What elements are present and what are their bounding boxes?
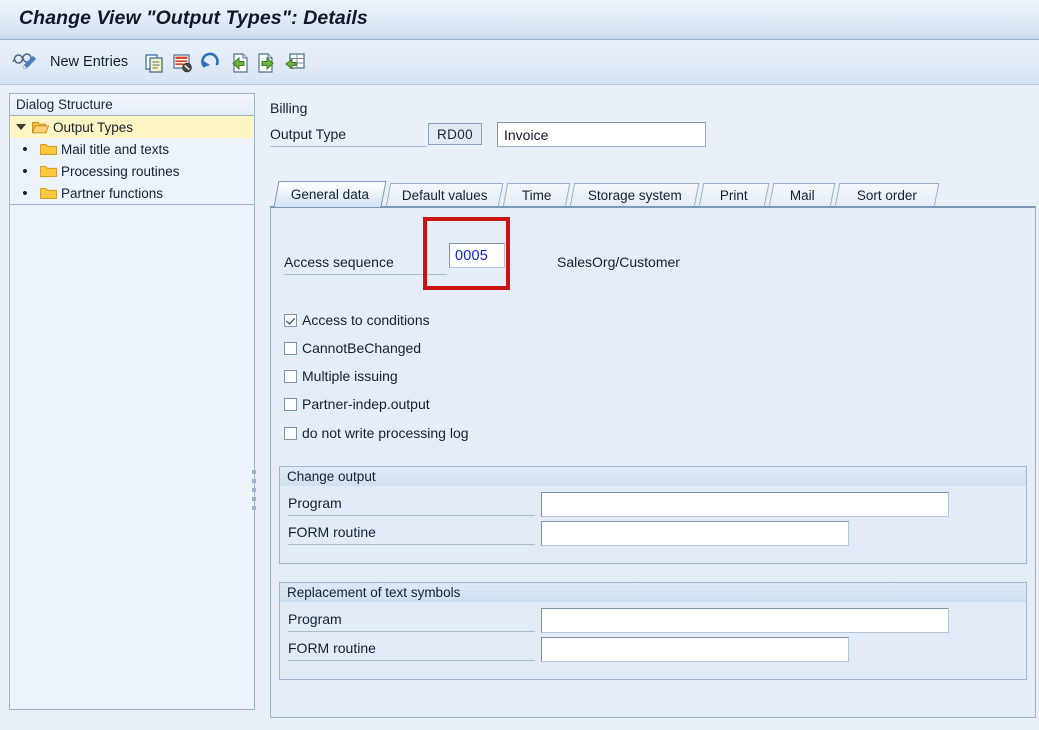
application-toolbar: New Entries bbox=[0, 40, 1039, 85]
page-title: Change View "Output Types": Details bbox=[19, 7, 368, 29]
program-label-underline bbox=[288, 631, 535, 632]
previous-entry-icon[interactable] bbox=[228, 52, 250, 74]
program-label-underline bbox=[288, 515, 535, 516]
checkbox-label: do not write processing log bbox=[302, 425, 469, 441]
dialog-structure-header: Dialog Structure bbox=[10, 94, 254, 116]
tree-node-output-types[interactable]: Output Types bbox=[10, 116, 254, 138]
checkbox-box-icon[interactable] bbox=[284, 313, 297, 327]
tab-label: Default values bbox=[401, 188, 488, 203]
new-entries-label: New Entries bbox=[50, 54, 129, 70]
tab-label: Storage system bbox=[587, 188, 682, 203]
tree-node-mail-title-and-texts[interactable]: • Mail title and texts bbox=[10, 138, 254, 160]
checkbox-box-icon[interactable] bbox=[284, 341, 297, 355]
bullet-icon: • bbox=[22, 140, 28, 158]
form-routine-label: FORM routine bbox=[288, 640, 376, 656]
tab-label: Sort order bbox=[856, 188, 917, 203]
checkbox-access-to-conditions[interactable]: Access to conditions bbox=[284, 310, 430, 330]
group-title: Change output bbox=[287, 469, 376, 484]
checkbox-label: Partner-indep.output bbox=[302, 396, 430, 412]
tab-label: General data bbox=[290, 187, 369, 202]
checkbox-box-icon[interactable] bbox=[284, 426, 297, 440]
form-routine-label-underline bbox=[288, 544, 535, 545]
next-entry-icon[interactable] bbox=[256, 52, 278, 74]
tree-divider bbox=[10, 204, 254, 205]
general-data-tab-panel: Access sequence 0005 SalesOrg/Customer A… bbox=[270, 206, 1036, 718]
copy-as-icon[interactable] bbox=[144, 52, 166, 74]
folder-icon bbox=[40, 186, 57, 200]
billing-section-label: Billing bbox=[270, 100, 308, 116]
checkbox-label: CannotBeChanged bbox=[302, 340, 422, 356]
panel-splitter-handle[interactable] bbox=[250, 470, 258, 520]
folder-icon bbox=[40, 164, 57, 178]
program-label: Program bbox=[288, 611, 342, 627]
expand-collapse-triangle-icon[interactable] bbox=[10, 124, 32, 130]
undo-icon[interactable] bbox=[200, 52, 222, 74]
tab-general-data[interactable]: General data bbox=[273, 181, 387, 207]
checkbox-partner-indep-output[interactable]: Partner-indep.output bbox=[284, 394, 430, 414]
new-entries-button[interactable]: New Entries bbox=[44, 49, 134, 75]
tab-label: Mail bbox=[789, 188, 815, 203]
checkbox-do-not-write-processing-log[interactable]: do not write processing log bbox=[284, 423, 469, 443]
group-replacement-of-text-symbols: Replacement of text symbols Program FORM… bbox=[279, 582, 1027, 681]
change-output-form-routine-input[interactable] bbox=[541, 521, 849, 546]
tab-default-values[interactable]: Default values bbox=[385, 183, 504, 207]
delete-icon[interactable] bbox=[172, 52, 194, 74]
group-body: Program FORM routine bbox=[279, 486, 1027, 564]
tab-sort-order[interactable]: Sort order bbox=[834, 183, 940, 207]
display-change-icon[interactable] bbox=[10, 40, 40, 85]
dialog-structure-title: Dialog Structure bbox=[16, 97, 113, 112]
details-content-area: Billing Output Type RD00 Invoice www.erp… bbox=[266, 93, 1036, 720]
dialog-structure-tree: Output Types • Mail title and texts • Pr… bbox=[10, 116, 254, 205]
group-header: Change output bbox=[279, 466, 1027, 487]
toolbar-icon-group bbox=[144, 40, 306, 85]
tree-node-partner-functions[interactable]: • Partner functions bbox=[10, 182, 254, 204]
tree-node-processing-routines[interactable]: • Processing routines bbox=[10, 160, 254, 182]
tab-print[interactable]: Print bbox=[698, 183, 770, 207]
tree-node-label: Output Types bbox=[53, 119, 134, 135]
tab-label: Print bbox=[720, 188, 748, 203]
bullet-icon: • bbox=[22, 184, 28, 202]
checkbox-cannot-be-changed[interactable]: CannotBeChanged bbox=[284, 338, 421, 358]
group-body: Program FORM routine bbox=[279, 602, 1027, 680]
checkbox-box-icon[interactable] bbox=[284, 397, 297, 411]
tree-node-label: Processing routines bbox=[61, 163, 180, 179]
checkbox-multiple-issuing[interactable]: Multiple issuing bbox=[284, 366, 398, 386]
form-routine-label-underline bbox=[288, 660, 535, 661]
dialog-structure-panel: Dialog Structure Output Types • Mail tit… bbox=[9, 93, 255, 710]
folder-icon bbox=[40, 142, 57, 156]
output-type-description-input[interactable]: Invoice bbox=[497, 122, 706, 147]
tab-label: Time bbox=[521, 188, 552, 203]
window-title-bar: Change View "Output Types": Details bbox=[0, 0, 1039, 40]
group-change-output: Change output Program FORM routine bbox=[279, 466, 1027, 565]
replacement-program-input[interactable] bbox=[541, 608, 949, 633]
access-sequence-description: SalesOrg/Customer bbox=[557, 254, 680, 270]
group-header: Replacement of text symbols bbox=[279, 582, 1027, 603]
bottom-strip bbox=[266, 720, 1036, 730]
folder-open-icon bbox=[31, 120, 50, 134]
output-type-key-field[interactable]: RD00 bbox=[428, 123, 482, 145]
checkbox-label: Multiple issuing bbox=[302, 368, 398, 384]
checkbox-label: Access to conditions bbox=[302, 312, 430, 328]
bullet-icon: • bbox=[22, 162, 28, 180]
replacement-form-routine-input[interactable] bbox=[541, 637, 849, 662]
program-label: Program bbox=[288, 495, 342, 511]
sap-gui-window: Change View "Output Types": Details New … bbox=[0, 0, 1039, 730]
tree-node-label: Mail title and texts bbox=[61, 141, 170, 157]
form-routine-label: FORM routine bbox=[288, 524, 376, 540]
group-title: Replacement of text symbols bbox=[287, 585, 461, 600]
tab-time[interactable]: Time bbox=[502, 183, 571, 207]
output-type-label: Output Type bbox=[270, 126, 347, 142]
access-sequence-input[interactable]: 0005 bbox=[449, 243, 505, 268]
tab-strip: General data Default values Time Storage… bbox=[270, 181, 1036, 207]
output-type-label-underline bbox=[270, 146, 427, 147]
tree-node-label: Partner functions bbox=[61, 185, 164, 201]
tab-storage-system[interactable]: Storage system bbox=[569, 183, 700, 207]
change-output-program-input[interactable] bbox=[541, 492, 949, 517]
access-sequence-label: Access sequence bbox=[284, 254, 394, 270]
details-icon[interactable] bbox=[284, 52, 306, 74]
tab-mail[interactable]: Mail bbox=[768, 183, 836, 207]
checkbox-box-icon[interactable] bbox=[284, 369, 297, 383]
